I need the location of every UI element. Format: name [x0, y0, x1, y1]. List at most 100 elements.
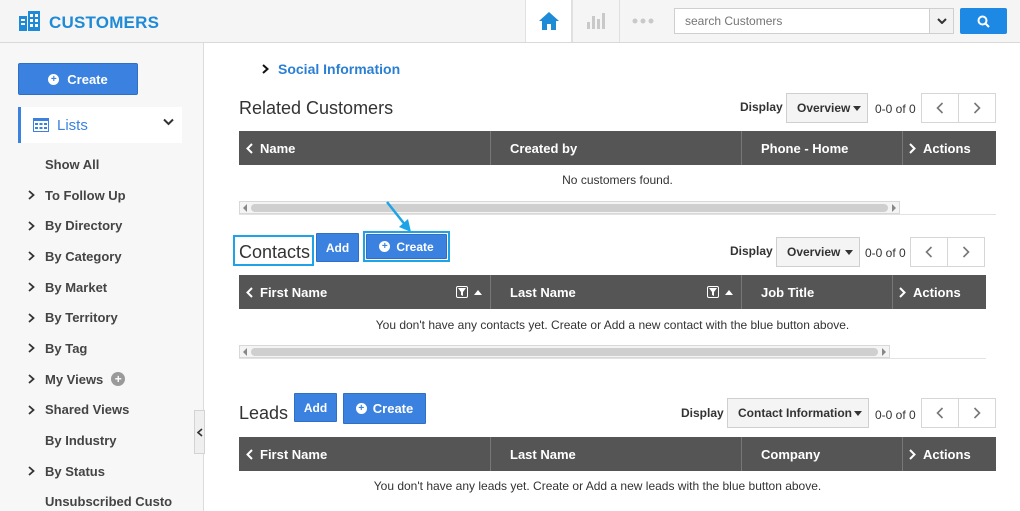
lists-dropdown[interactable]: Lists	[18, 107, 182, 143]
prev-page-button[interactable]	[911, 238, 947, 266]
bar-chart-icon[interactable]	[572, 0, 619, 42]
chevron-left-icon	[936, 102, 944, 114]
sidebar-item-label: By Tag	[45, 340, 88, 356]
search-button[interactable]	[960, 8, 1007, 34]
top-bar: CUSTOMERS	[0, 0, 1020, 43]
create-label: Create	[67, 71, 108, 87]
home-icon[interactable]	[525, 0, 572, 42]
empty-message: You don't have any leads yet. Create or …	[373, 479, 822, 493]
sidebar-item-label: By Status	[45, 463, 105, 479]
column-header-job-title[interactable]: Job Title	[742, 275, 893, 309]
chevron-right-icon	[962, 246, 970, 258]
app-title: CUSTOMERS	[49, 12, 160, 32]
brand[interactable]: CUSTOMERS	[18, 10, 159, 35]
sidebar-item-label: Unsubscribed Custo	[45, 494, 173, 510]
sidebar-create-button[interactable]: + Create	[18, 63, 138, 95]
chevron-right-icon	[28, 251, 45, 262]
chevron-right-icon	[899, 286, 906, 298]
related-display-select[interactable]: Overview	[786, 93, 868, 123]
chevron-right-icon	[973, 102, 981, 114]
display-label: Display	[740, 100, 783, 114]
search-dropdown-toggle[interactable]	[929, 9, 953, 33]
sidebar-item-by-tag[interactable]: By Tag	[28, 333, 198, 364]
chevron-right-icon	[28, 405, 45, 415]
related-customers-title: Related Customers	[239, 98, 394, 118]
contacts-add-button[interactable]: Add	[316, 233, 359, 262]
sidebar-item-label: To Follow Up	[45, 187, 126, 203]
related-customers-table-header: Name Created by Phone - Home Actions	[239, 131, 996, 165]
next-page-button[interactable]	[947, 238, 984, 266]
sidebar-item-label: By Market	[45, 279, 108, 295]
sidebar-item-by-category[interactable]: By Category	[28, 241, 198, 272]
caret-down-icon	[845, 250, 853, 255]
column-header-actions[interactable]: Actions	[903, 437, 996, 471]
leads-table-header: First Name Last Name Company Actions	[239, 437, 996, 471]
column-header-first-name[interactable]: First Name	[239, 275, 491, 309]
column-header-created-by[interactable]: Created by	[491, 131, 742, 165]
sidebar: + Create Lists Show All To Follow Up By Di…	[0, 43, 205, 511]
contacts-table-header: First Name Last Name Job Title Actions	[239, 275, 986, 309]
table-icon	[33, 118, 49, 132]
sidebar-item-label: By Territory	[45, 310, 118, 326]
add-view-icon[interactable]: +	[111, 372, 126, 387]
plus-circle-icon: +	[379, 241, 391, 252]
sidebar-collapse-toggle[interactable]	[194, 410, 205, 454]
chevron-right-icon	[28, 343, 45, 354]
prev-page-button[interactable]	[922, 94, 958, 122]
sidebar-item-my-views[interactable]: My Views +	[28, 364, 198, 395]
chevron-right-icon	[909, 448, 916, 460]
display-label: Display	[681, 406, 724, 420]
leads-add-button[interactable]: Add	[294, 393, 337, 422]
chevron-right-icon	[28, 466, 45, 476]
sidebar-item-by-status[interactable]: By Status	[28, 456, 198, 487]
sidebar-item-label: Shared Views	[45, 402, 130, 418]
more-dots-icon[interactable]	[619, 0, 666, 42]
sidebar-item-by-industry[interactable]: By Industry	[28, 425, 198, 456]
sidebar-item-unsubscribed-custo[interactable]: Unsubscribed Custo	[28, 487, 198, 511]
column-header-name[interactable]: Name	[239, 131, 491, 165]
column-header-phone-home[interactable]: Phone - Home	[742, 131, 903, 165]
column-header-actions[interactable]: Actions	[903, 131, 996, 165]
sidebar-item-label: Show All	[45, 156, 100, 172]
pointer-arrow-icon	[386, 201, 411, 232]
column-header-actions[interactable]: Actions	[893, 275, 986, 309]
column-header-last-name[interactable]: Last Name	[491, 275, 742, 309]
pager	[910, 237, 985, 267]
sidebar-item-by-market[interactable]: By Market	[28, 272, 198, 303]
sidebar-item-by-directory[interactable]: By Directory	[28, 210, 198, 241]
empty-message: No customers found.	[562, 173, 673, 187]
leads-display-select[interactable]: Contact Information	[727, 398, 869, 428]
divider	[239, 214, 996, 215]
chevron-left-icon	[246, 142, 253, 154]
pager	[921, 398, 996, 428]
next-page-button[interactable]	[958, 399, 995, 427]
chevron-right-icon	[262, 64, 269, 74]
search-icon	[977, 15, 990, 28]
column-header-company[interactable]: Company	[742, 437, 903, 471]
social-information-label: Social Information	[278, 61, 401, 77]
horizontal-scrollbar[interactable]	[239, 345, 890, 358]
column-header-first-name[interactable]: First Name	[239, 437, 491, 471]
contacts-create-button[interactable]: + Create	[366, 234, 447, 259]
search-input[interactable]	[675, 9, 930, 33]
prev-page-button[interactable]	[922, 399, 958, 427]
filter-icon[interactable]	[456, 286, 468, 298]
sidebar-item-shared-views[interactable]: Shared Views	[28, 395, 198, 426]
social-information-link[interactable]: Social Information	[262, 61, 400, 77]
caret-down-icon	[854, 411, 862, 416]
next-page-button[interactable]	[958, 94, 995, 122]
sidebar-item-label: By Industry	[45, 433, 117, 449]
sort-up-icon[interactable]	[474, 289, 482, 295]
leads-title: Leads	[239, 403, 289, 423]
chevron-right-icon	[28, 374, 45, 384]
sidebar-item-show-all[interactable]: Show All	[28, 149, 198, 180]
filter-icon[interactable]	[707, 286, 719, 298]
contacts-display-select[interactable]: Overview	[776, 237, 860, 267]
column-header-last-name[interactable]: Last Name	[491, 437, 742, 471]
sidebar-item-to-follow-up[interactable]: To Follow Up	[28, 180, 198, 211]
sidebar-item-label: By Category	[45, 248, 122, 264]
sort-up-icon[interactable]	[725, 289, 733, 295]
sidebar-item-by-territory[interactable]: By Territory	[28, 302, 198, 333]
horizontal-scrollbar[interactable]	[239, 201, 900, 214]
leads-create-button[interactable]: + Create	[343, 393, 426, 424]
